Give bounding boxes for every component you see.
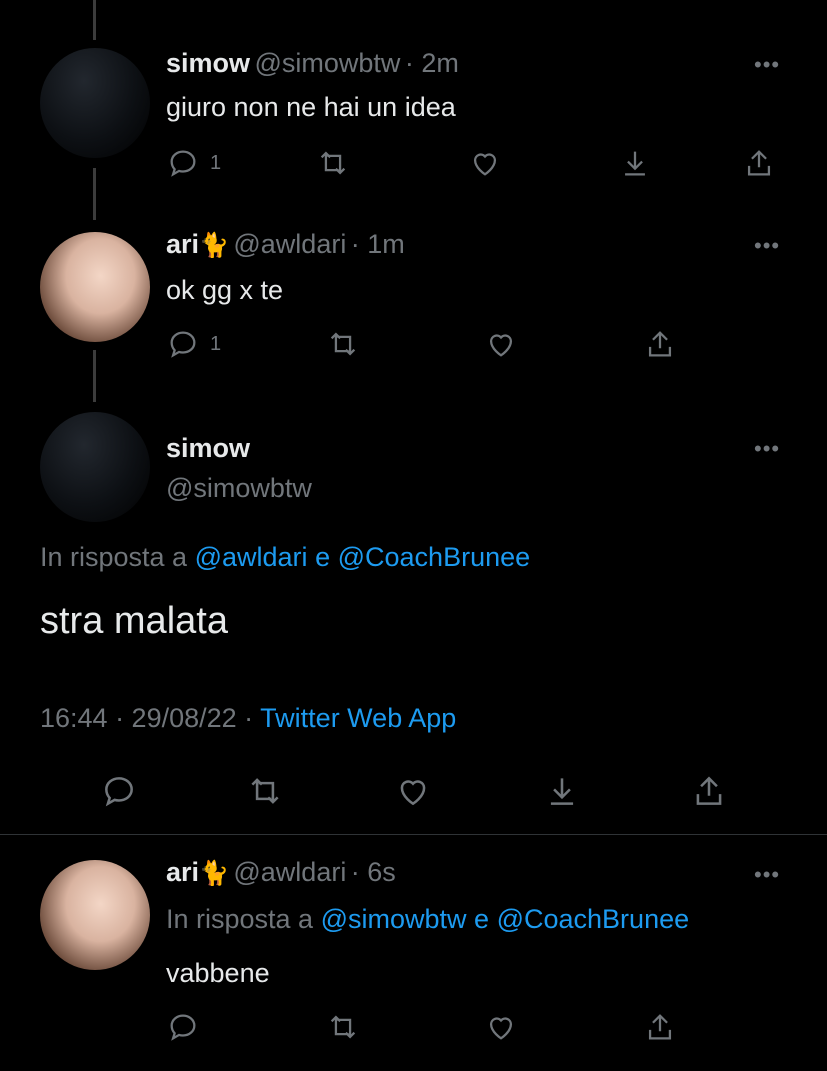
reply-icon <box>170 150 196 177</box>
mention-conjunction: e <box>315 542 331 572</box>
user-handle[interactable]: @simowbtw <box>166 473 312 504</box>
user-name[interactable]: ari <box>166 229 199 259</box>
like-button[interactable] <box>468 146 502 180</box>
reply-button[interactable]: 1 <box>166 146 221 180</box>
retweet-icon <box>330 332 356 356</box>
source-link[interactable]: Twitter Web App <box>260 703 456 733</box>
tweet-time[interactable]: · 2m <box>405 48 459 78</box>
reply-button[interactable]: 1 <box>166 327 221 361</box>
reply-count: 1 <box>210 332 222 355</box>
share-icon <box>747 150 771 176</box>
like-icon <box>489 334 513 357</box>
tweet-timestamp[interactable]: 16:44 · 29/08/22 · <box>40 703 253 733</box>
mention-link[interactable]: @CoachBrunee <box>497 904 690 934</box>
user-handle[interactable]: @awldari <box>233 857 346 887</box>
tweet-time[interactable]: · 1m <box>351 229 405 259</box>
retweet-button[interactable] <box>316 146 350 180</box>
like-icon <box>473 153 497 176</box>
cat-emoji: 🐈 <box>199 232 229 259</box>
mention-link[interactable]: @CoachBrunee <box>338 542 531 572</box>
share-icon <box>648 331 672 357</box>
like-icon <box>400 780 426 806</box>
user-handle[interactable]: @awldari <box>233 229 346 259</box>
like-button[interactable] <box>484 327 518 361</box>
tweet-text: vabbene <box>166 958 270 988</box>
reply-icon <box>170 1014 196 1041</box>
retweet-icon <box>251 778 279 804</box>
avatar[interactable] <box>40 860 150 970</box>
download-icon <box>625 151 645 176</box>
share-icon <box>648 1014 672 1040</box>
avatar[interactable] <box>40 48 150 158</box>
like-button[interactable] <box>484 1010 518 1044</box>
share-button[interactable] <box>643 327 677 361</box>
mention-conjunction: e <box>474 904 490 934</box>
share-button[interactable] <box>643 1010 677 1044</box>
more-icon[interactable]: ••• <box>754 233 780 259</box>
thread-line <box>93 168 96 220</box>
reply-icon <box>105 777 133 807</box>
user-handle[interactable]: @simowbtw <box>254 48 400 78</box>
like-icon <box>489 1017 513 1040</box>
tweet-text: ok gg x te <box>166 275 284 305</box>
cat-emoji: 🐈 <box>199 860 229 887</box>
download-icon <box>550 778 574 805</box>
reply-icon <box>170 331 196 358</box>
tweet-text: stra malata <box>40 600 228 642</box>
mention-link[interactable]: @awldari <box>195 542 308 572</box>
reply-count: 1 <box>210 151 222 174</box>
more-icon[interactable]: ••• <box>754 52 780 78</box>
reply-button[interactable] <box>166 1010 200 1044</box>
more-icon[interactable]: ••• <box>754 862 780 888</box>
share-icon <box>696 776 722 805</box>
avatar[interactable] <box>40 232 150 342</box>
more-icon[interactable]: ••• <box>754 436 780 462</box>
share-button[interactable] <box>742 146 776 180</box>
user-name[interactable]: ari <box>166 857 199 887</box>
divider <box>0 834 827 835</box>
user-name[interactable]: simow <box>166 433 250 464</box>
retweet-button[interactable] <box>326 1010 360 1044</box>
thread-line <box>93 0 96 40</box>
like-button[interactable] <box>394 772 432 810</box>
reply-prefix: In risposta a <box>40 542 188 572</box>
retweet-button[interactable] <box>326 327 360 361</box>
avatar[interactable] <box>40 412 150 522</box>
share-button[interactable] <box>690 772 728 810</box>
reply-prefix: In risposta a <box>166 904 314 934</box>
thread-line <box>93 350 96 402</box>
retweet-button[interactable] <box>246 772 284 810</box>
download-button[interactable] <box>618 146 652 180</box>
tweet-text: giuro non ne hai un idea <box>166 92 456 122</box>
user-name[interactable]: simow <box>166 48 250 78</box>
retweet-icon <box>320 151 346 175</box>
reply-button[interactable] <box>100 772 138 810</box>
retweet-icon <box>330 1015 356 1039</box>
mention-link[interactable]: @simowbtw <box>321 904 467 934</box>
tweet-time[interactable]: · 6s <box>351 857 396 887</box>
download-button[interactable] <box>543 772 581 810</box>
